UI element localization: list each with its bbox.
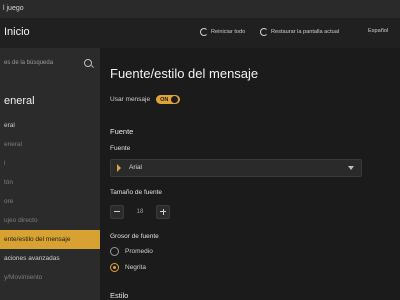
sidebar-nav: eral eneral l tón ore ujeo directo ente/… (0, 116, 100, 287)
sidebar-item[interactable]: tón (0, 173, 100, 192)
language-label: Español (368, 28, 389, 34)
home-link[interactable]: Inicio (4, 26, 30, 38)
radio-icon (110, 247, 119, 256)
toggle-state-label: ON (160, 96, 169, 103)
top-bar: Inicio Reiniciar todo Restaurar la panta… (0, 18, 400, 48)
decrease-size-button[interactable] (110, 205, 124, 219)
sidebar-item[interactable]: l (0, 154, 100, 173)
section-style-title: Estilo (110, 291, 129, 300)
sidebar-item[interactable]: eneral (0, 135, 100, 154)
reset-screen-label: Restaurar la pantalla actual (271, 29, 340, 35)
search-placeholder: es de la búsqueda (4, 60, 54, 66)
sidebar-item[interactable]: aciones avanzadas (0, 249, 100, 268)
language-selector[interactable]: Español (368, 28, 388, 34)
font-size-value: 18 (136, 209, 144, 215)
refresh-icon (260, 28, 268, 36)
refresh-icon (200, 28, 208, 36)
use-message-toggle[interactable]: ON (156, 95, 181, 104)
sidebar-item[interactable]: ujeo directo (0, 211, 100, 230)
font-select[interactable]: Arial (110, 159, 362, 177)
sidebar-section-title: eneral (4, 95, 35, 107)
increase-size-button[interactable] (156, 205, 170, 219)
weight-option-bold[interactable]: Negrita (110, 263, 146, 272)
sidebar: es de la búsqueda eneral eral eneral l t… (0, 48, 100, 300)
radio-selected-icon (110, 263, 119, 272)
section-font-title: Fuente (110, 127, 134, 136)
reset-all-label: Reiniciar todo (211, 29, 246, 35)
sidebar-search[interactable]: es de la búsqueda (0, 56, 96, 74)
use-message-label: Usar mensaje (110, 96, 151, 103)
minus-icon (114, 211, 120, 212)
window-titlebar: l juego (0, 0, 400, 18)
reset-screen-button[interactable]: Restaurar la pantalla actual (260, 28, 339, 36)
font-size-label: Tamaño de fuente (110, 189, 163, 196)
main-panel: Fuente/estilo del mensaje Usar mensaje O… (100, 48, 400, 300)
sidebar-item[interactable]: eral (0, 116, 100, 135)
weight-option-average[interactable]: Promedio (110, 247, 153, 256)
toggle-knob (171, 96, 179, 103)
font-label: Fuente (110, 145, 131, 152)
sidebar-item[interactable]: ore (0, 192, 100, 211)
use-message-row: Usar mensaje ON (110, 95, 181, 104)
reset-all-button[interactable]: Reiniciar todo (200, 28, 245, 36)
weight-option-label: Promedio (125, 248, 153, 255)
font-weight-label: Grosor de fuente (110, 233, 159, 240)
weight-option-label: Negrita (125, 264, 146, 271)
sidebar-item[interactable]: y/Movimiento (0, 268, 100, 287)
sidebar-item-active[interactable]: ente/estilo del mensaje (0, 230, 100, 249)
font-size-stepper: 18 (110, 204, 170, 220)
window-title: l juego (3, 5, 24, 12)
search-icon (84, 59, 92, 67)
font-value: Arial (129, 164, 143, 171)
page-title: Fuente/estilo del mensaje (110, 66, 259, 81)
font-icon (117, 164, 121, 172)
chevron-down-icon (348, 166, 354, 170)
